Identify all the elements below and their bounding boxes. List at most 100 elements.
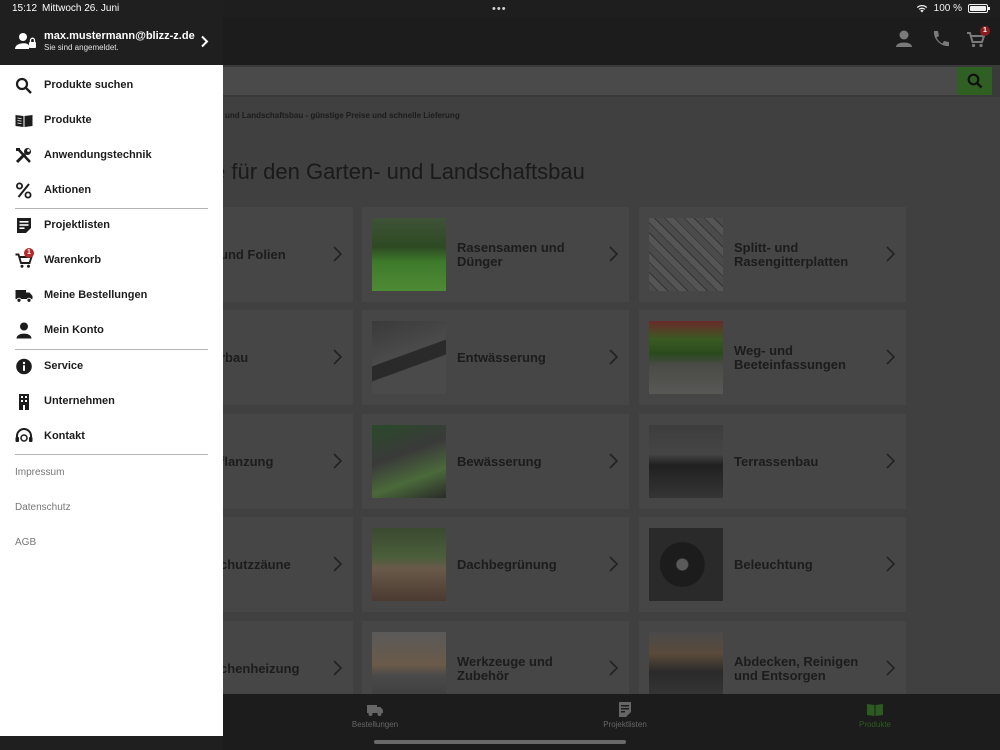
search-input[interactable] xyxy=(220,67,957,95)
tab-projektlisten[interactable]: Projektlisten xyxy=(575,702,675,729)
menu-label: Anwendungstechnik xyxy=(44,149,152,161)
category-label: chutzzäune xyxy=(220,556,291,572)
user-login-status: Sie sind angemeldet. xyxy=(44,43,119,52)
menu-item-produkte[interactable]: Produkte xyxy=(0,103,223,138)
category-tile[interactable]: Rasensamen und Dünger xyxy=(362,207,629,302)
info-icon xyxy=(16,358,32,375)
menu-label: Service xyxy=(44,360,84,372)
category-image xyxy=(649,321,723,394)
category-label: rbau xyxy=(220,349,249,365)
menu-item-mein-konto[interactable]: Mein Konto xyxy=(0,313,223,348)
menu-label: Produkte xyxy=(44,114,92,126)
search-button[interactable] xyxy=(957,67,992,95)
chevron-right-icon xyxy=(886,556,896,572)
category-image xyxy=(372,528,446,601)
menu-item-warenkorb[interactable]: 1 Warenkorb xyxy=(0,243,223,278)
tab-bestellungen[interactable]: Bestellungen xyxy=(325,702,425,729)
category-label: Beleuchtung xyxy=(734,556,813,572)
chevron-right-icon xyxy=(609,349,619,365)
chevron-right-icon xyxy=(201,35,209,48)
account-icon[interactable] xyxy=(894,28,914,50)
menu-item-projektlisten[interactable]: Projektlisten xyxy=(0,208,223,243)
note-icon xyxy=(619,702,631,717)
chevron-right-icon xyxy=(333,349,343,365)
header-icons: 1 xyxy=(894,26,990,50)
status-date: Mittwoch 26. Juni xyxy=(42,3,120,14)
status-bar-left: 15:12 Mittwoch 26. Juni xyxy=(0,0,223,18)
menu-label: Projektlisten xyxy=(44,219,111,231)
category-label: Weg- und Beeteinfassungen xyxy=(734,342,846,372)
menu-divider xyxy=(15,454,208,455)
chevron-right-icon xyxy=(886,453,896,469)
tab-label: Produkte xyxy=(858,720,892,729)
menu-item-service[interactable]: Service xyxy=(0,349,223,384)
menu-item-kontakt[interactable]: Kontakt xyxy=(0,419,223,454)
category-label: Splitt- und Rasengitterplatten xyxy=(734,239,849,269)
category-label: Dachbegrünung xyxy=(457,556,557,572)
user-lock-icon xyxy=(15,33,36,49)
chevron-right-icon xyxy=(886,660,896,676)
link-impressum[interactable]: Impressum xyxy=(15,467,64,478)
category-image xyxy=(649,425,723,498)
user-account-header[interactable]: max.mustermann@blizz-z.de Sie sind angem… xyxy=(0,18,223,65)
battery-percent: 100 % xyxy=(933,3,962,14)
category-tile[interactable]: Beleuchtung xyxy=(639,517,906,612)
percent-icon xyxy=(16,182,32,199)
category-image xyxy=(649,528,723,601)
menu-label: Produkte suchen xyxy=(44,79,134,91)
menu-item-aktionen[interactable]: Aktionen xyxy=(0,173,223,208)
menu-item-produkte-suchen[interactable]: Produkte suchen xyxy=(0,68,223,103)
chevron-right-icon xyxy=(333,660,343,676)
category-tile[interactable]: Weg- und Beeteinfassungen xyxy=(639,310,906,405)
chevron-right-icon xyxy=(333,246,343,262)
category-label: Bewässerung xyxy=(457,453,542,469)
chevron-right-icon xyxy=(333,453,343,469)
link-agb[interactable]: AGB xyxy=(15,537,36,548)
category-tile[interactable]: Entwässerung xyxy=(362,310,629,405)
tab-produkte[interactable]: Produkte xyxy=(825,702,925,729)
menu-label: Kontakt xyxy=(44,430,85,442)
cart-icon[interactable]: 1 xyxy=(966,26,990,50)
chevron-right-icon xyxy=(886,349,896,365)
book-icon xyxy=(867,704,883,716)
category-image xyxy=(649,218,723,291)
chevron-right-icon xyxy=(609,453,619,469)
phone-icon[interactable] xyxy=(930,28,950,50)
tab-label: Bestellungen xyxy=(351,720,399,729)
menu-item-anwendungstechnik[interactable]: Anwendungstechnik xyxy=(0,138,223,173)
status-time: 15:12 xyxy=(12,3,38,14)
category-label: Entwässerung xyxy=(457,349,546,365)
category-tile[interactable]: Bewässerung xyxy=(362,414,629,509)
wifi-icon xyxy=(916,5,927,13)
menu-label: Meine Bestellungen xyxy=(44,289,148,301)
category-image xyxy=(372,425,446,498)
cart-badge: 1 xyxy=(980,26,990,36)
drawer-bottom-bar xyxy=(0,736,223,750)
chevron-right-icon xyxy=(609,246,619,262)
multitask-dots[interactable]: ••• xyxy=(492,3,507,15)
menu-label: Mein Konto xyxy=(44,324,104,336)
battery-icon xyxy=(968,4,990,13)
category-label: Terrassenbau xyxy=(734,453,819,469)
truck-icon xyxy=(367,705,383,716)
person-icon xyxy=(16,322,32,339)
category-tile[interactable]: Splitt- und Rasengitterplatten xyxy=(639,207,906,302)
status-right: 100 % xyxy=(916,3,990,14)
search-icon xyxy=(15,77,32,94)
home-indicator[interactable] xyxy=(374,740,626,744)
page-title: e für den Garten- und Landschaftsbau xyxy=(213,159,585,184)
chevron-right-icon xyxy=(609,556,619,572)
menu-label: Warenkorb xyxy=(44,254,102,266)
cart-count-badge: 1 xyxy=(24,248,34,258)
book-icon xyxy=(15,115,33,127)
link-datenschutz[interactable]: Datenschutz xyxy=(15,502,71,513)
user-email: max.mustermann@blizz-z.de xyxy=(44,30,195,42)
menu-item-unternehmen[interactable]: Unternehmen xyxy=(0,384,223,419)
category-tile[interactable]: Terrassenbau xyxy=(639,414,906,509)
tab-label: Projektlisten xyxy=(603,720,647,729)
building-icon xyxy=(19,394,29,410)
note-icon xyxy=(17,218,31,233)
category-label: Rasensamen und Dünger xyxy=(457,239,565,269)
menu-item-meine-bestellungen[interactable]: Meine Bestellungen xyxy=(0,278,223,313)
category-tile[interactable]: Dachbegrünung xyxy=(362,517,629,612)
